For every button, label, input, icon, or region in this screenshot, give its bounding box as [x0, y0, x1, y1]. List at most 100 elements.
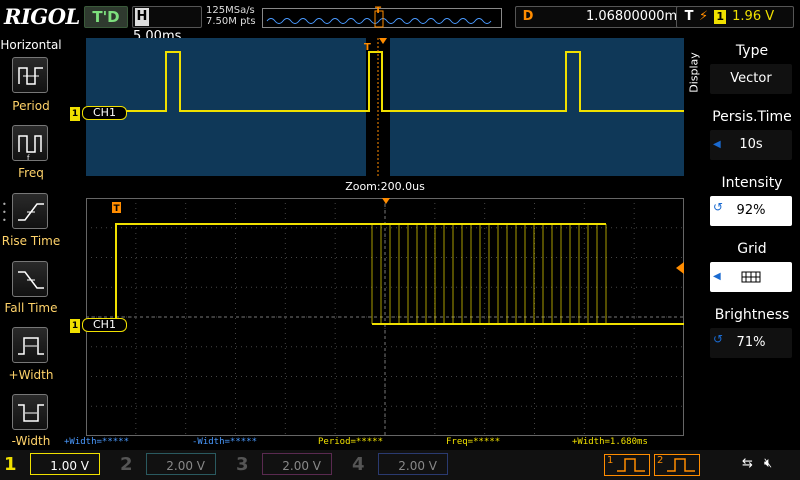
- channel-2-number: 2: [120, 454, 133, 475]
- persistence-time-title: Persis.Time: [712, 109, 792, 125]
- trigger-level: 1.96 V: [732, 9, 775, 24]
- speaker-muted-icon[interactable]: 🔇︎: [764, 456, 772, 471]
- channel-2-status[interactable]: 2 2.00 V: [116, 453, 228, 477]
- sample-rate: 125MSa/s: [206, 5, 255, 16]
- top-status-bar: RIGOL T'D H5.00ms 125MSa/s 7.50M pts T D…: [0, 0, 800, 44]
- menu-title: Horizontal: [0, 38, 62, 52]
- zoom-trigger-marker: T: [364, 42, 371, 53]
- display-tab-label: Display: [687, 52, 701, 93]
- left-arrow-icon: ◀: [713, 271, 721, 282]
- brightness-setting[interactable]: Brightness ↺ 71%: [706, 304, 798, 362]
- channel-4-status[interactable]: 4 2.00 V: [348, 453, 460, 477]
- period-icon: [18, 67, 43, 85]
- trigger-position-label: T: [114, 204, 121, 214]
- zoom-overview-waveform: T: [86, 38, 684, 176]
- intensity-setting[interactable]: Intensity ↺ 92%: [706, 172, 798, 230]
- frequency-label: Freq: [18, 166, 44, 180]
- negative-width-icon: [18, 404, 44, 422]
- rise-time-button[interactable]: [12, 193, 48, 229]
- rotary-knob-icon: ↺: [713, 200, 724, 214]
- horizontal-label: H: [135, 8, 149, 26]
- persistence-time-value[interactable]: ◀ 10s: [710, 130, 792, 160]
- rising-edge-icon: ⚡: [699, 9, 709, 24]
- ch1-main-trace: [86, 223, 606, 325]
- period-label: Period: [12, 99, 50, 113]
- main-waveform-window[interactable]: T 1 CH1: [70, 197, 685, 437]
- channel-3-status[interactable]: 3 2.00 V: [232, 453, 344, 477]
- memory-waveform-preview: [266, 10, 492, 28]
- fall-time-label: Fall Time: [4, 301, 58, 315]
- trigger-1-icon[interactable]: 1: [604, 454, 650, 476]
- grid-icon: [741, 271, 761, 282]
- frequency-button[interactable]: f: [12, 125, 48, 162]
- main-trigger-arrow: [382, 198, 390, 204]
- grid-setting[interactable]: Grid ◀: [706, 238, 798, 296]
- horizontal-menu: Horizontal Period f Freq Rise Time Fall …: [0, 37, 62, 455]
- rise-time-icon: [18, 203, 44, 221]
- display-menu-tab[interactable]: Display: [686, 38, 702, 108]
- acquisition-info: 125MSa/s 7.50M pts: [206, 5, 256, 27]
- period-button[interactable]: [12, 57, 48, 93]
- type-title: Type: [735, 43, 769, 59]
- pulse-trigger-icon: [617, 458, 645, 472]
- channel-3-scale: 2.00 V: [262, 453, 332, 475]
- measurement-positive-width-2[interactable]: +Width=1.680ms: [572, 437, 648, 447]
- brand-logo: RIGOL: [4, 4, 80, 29]
- positive-width-icon: [18, 337, 44, 355]
- main-ch1-marker[interactable]: 1 CH1: [70, 318, 127, 333]
- channel-4-number: 4: [352, 454, 365, 475]
- delay-value: 1.06800000ms: [585, 9, 684, 24]
- channel-4-scale: 2.00 V: [378, 453, 448, 475]
- persistence-time-setting[interactable]: Persis.Time ◀ 10s: [706, 106, 798, 164]
- rotary-knob-icon: ↺: [713, 332, 724, 346]
- horizontal-delay[interactable]: D 1.06800000ms: [515, 6, 695, 28]
- trigger-source: 1: [714, 10, 727, 24]
- brightness-value[interactable]: ↺ 71%: [710, 328, 792, 358]
- display-menu: Type Vector Persis.Time ◀ 10s Intensity ↺…: [702, 38, 800, 448]
- page-indicator: • • •: [2, 200, 7, 225]
- intensity-text: 92%: [736, 203, 766, 218]
- trigger-2-icon[interactable]: 2: [654, 454, 700, 476]
- trigger-settings[interactable]: T ⚡ 1 1.96 V: [676, 6, 794, 28]
- zoom-overview-window[interactable]: T 1 CH1: [70, 38, 684, 176]
- fall-time-button[interactable]: [12, 261, 48, 297]
- trigger-label: T: [684, 9, 694, 24]
- left-arrow-icon: ◀: [713, 139, 721, 150]
- rise-time-label: Rise Time: [1, 234, 61, 248]
- measurement-positive-width-1[interactable]: +Width=*****: [64, 437, 129, 447]
- frequency-icon: f: [18, 135, 42, 162]
- channel-1-status[interactable]: 1 1.00 V: [0, 453, 112, 477]
- positive-width-label: +Width: [8, 368, 54, 382]
- zoom-label: Zoom:200.0us: [345, 180, 425, 193]
- horizontal-timebase[interactable]: H5.00ms: [132, 6, 202, 44]
- grid-value[interactable]: ◀: [710, 262, 792, 292]
- channel-2-scale: 2.00 V: [146, 453, 216, 475]
- measurement-period[interactable]: Period=*****: [318, 437, 383, 447]
- negative-width-button[interactable]: [12, 394, 48, 430]
- main-waveform-grid: T: [85, 197, 685, 437]
- measurement-bar: +Width=***** -Width=***** Period=***** F…: [62, 437, 702, 449]
- positive-width-button[interactable]: [12, 327, 48, 363]
- negative-width-label: -Width: [11, 434, 51, 448]
- brightness-text: 71%: [736, 335, 766, 350]
- channel-3-number: 3: [236, 454, 249, 475]
- intensity-value[interactable]: ↺ 92%: [710, 196, 792, 226]
- channel-status-bar: 1 1.00 V 2 2.00 V 3 2.00 V 4 2.00 V 1 2 …: [0, 450, 800, 480]
- type-value[interactable]: Vector: [710, 64, 792, 94]
- measurement-negative-width[interactable]: -Width=*****: [192, 437, 257, 447]
- fall-time-icon: [18, 271, 44, 289]
- memory-depth: 7.50M pts: [206, 16, 256, 27]
- memory-overview[interactable]: T: [262, 6, 502, 28]
- zoom-ch1-number: 1: [70, 107, 80, 121]
- run-status-badge[interactable]: T'D: [84, 6, 128, 28]
- measurement-frequency[interactable]: Freq=*****: [446, 437, 500, 447]
- zoom-ch1-label: CH1: [82, 106, 127, 120]
- delay-label: D: [522, 9, 534, 24]
- zoom-ch1-marker[interactable]: 1 CH1: [70, 106, 127, 121]
- pulse-trigger-icon: [667, 458, 695, 472]
- grid-title: Grid: [737, 241, 767, 257]
- svg-text:f: f: [27, 154, 30, 162]
- main-ch1-label: CH1: [82, 318, 127, 332]
- type-setting[interactable]: Type Vector: [706, 40, 798, 98]
- main-ch1-number: 1: [70, 319, 80, 333]
